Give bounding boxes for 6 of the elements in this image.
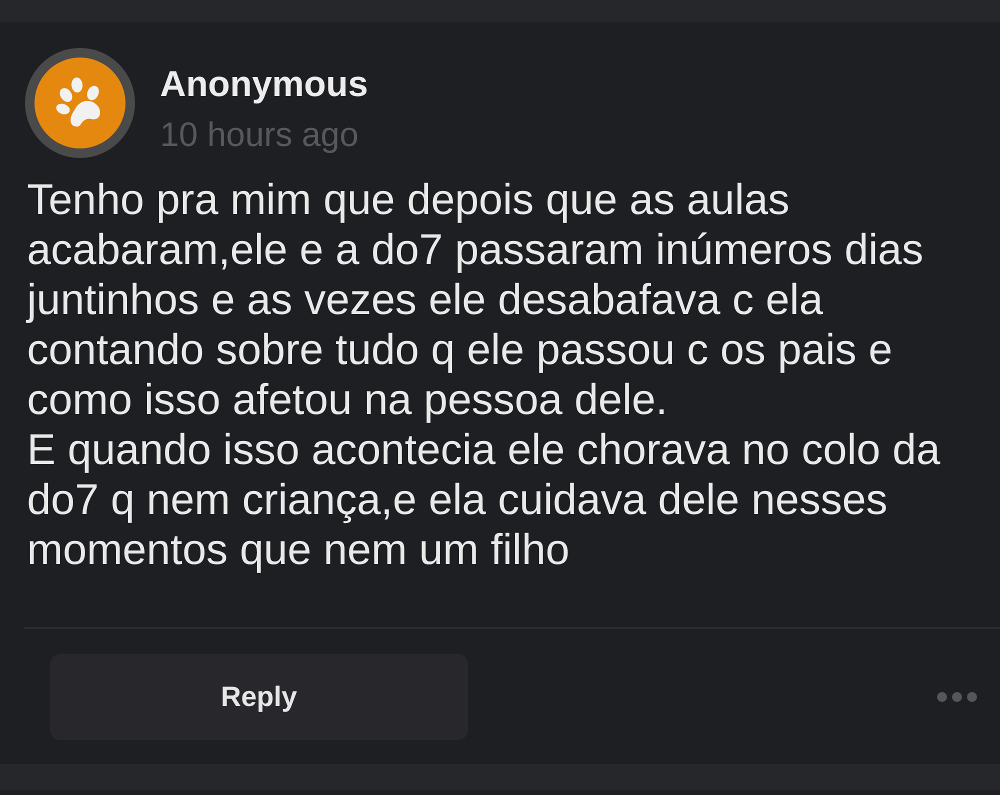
reply-button[interactable]: Reply bbox=[50, 654, 468, 740]
paw-avatar-icon bbox=[25, 48, 135, 158]
post-text: Tenho pra mim que depois que as aulas acabaram,ele e a do7 passaram inúmeros dias juntinhos e as vezes ele desabafava c ela contando sobre tudo q ele passou c os pais e como isso afetou na pessoa dele. E quando isso acontecia ele chorava no colo da do7 q nem criança,e ela cuidava dele nesses momentos que nem um filho bbox=[25, 175, 942, 575]
author-name: Anonymous bbox=[160, 62, 368, 106]
post-time: 10 hours ago bbox=[160, 115, 360, 156]
more-options-icon[interactable] bbox=[937, 692, 977, 702]
